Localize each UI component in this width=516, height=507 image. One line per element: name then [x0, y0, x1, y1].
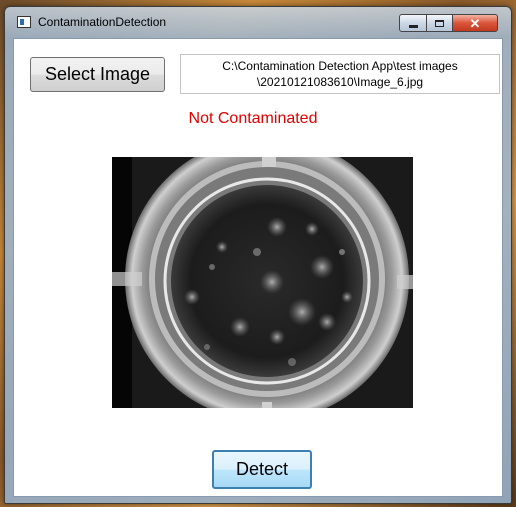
minimize-icon: [408, 24, 418, 28]
maximize-button[interactable]: [426, 14, 453, 32]
window-title: ContaminationDetection: [38, 15, 167, 29]
app-window: ContaminationDetection ✕ Select Image C:…: [4, 6, 512, 504]
detect-button[interactable]: Detect: [212, 450, 312, 489]
close-button[interactable]: ✕: [452, 14, 498, 32]
file-path-line-2: \20210121083610\Image_6.jpg: [256, 75, 424, 89]
petri-dish-graphic: [112, 157, 413, 408]
app-icon: [17, 16, 31, 28]
status-label: Not Contaminated: [188, 110, 318, 127]
select-image-button[interactable]: Select Image: [30, 57, 165, 92]
petri-dish-image: [112, 157, 413, 408]
minimize-button[interactable]: [399, 14, 427, 32]
client-area: Select Image C:\Contamination Detection …: [13, 38, 503, 497]
file-path-display: C:\Contamination Detection App\test imag…: [180, 54, 500, 94]
file-path-line-1: C:\Contamination Detection App\test imag…: [222, 59, 458, 73]
maximize-icon: [435, 19, 444, 27]
title-bar[interactable]: ContaminationDetection ✕: [5, 7, 511, 37]
close-icon: ✕: [469, 15, 481, 31]
